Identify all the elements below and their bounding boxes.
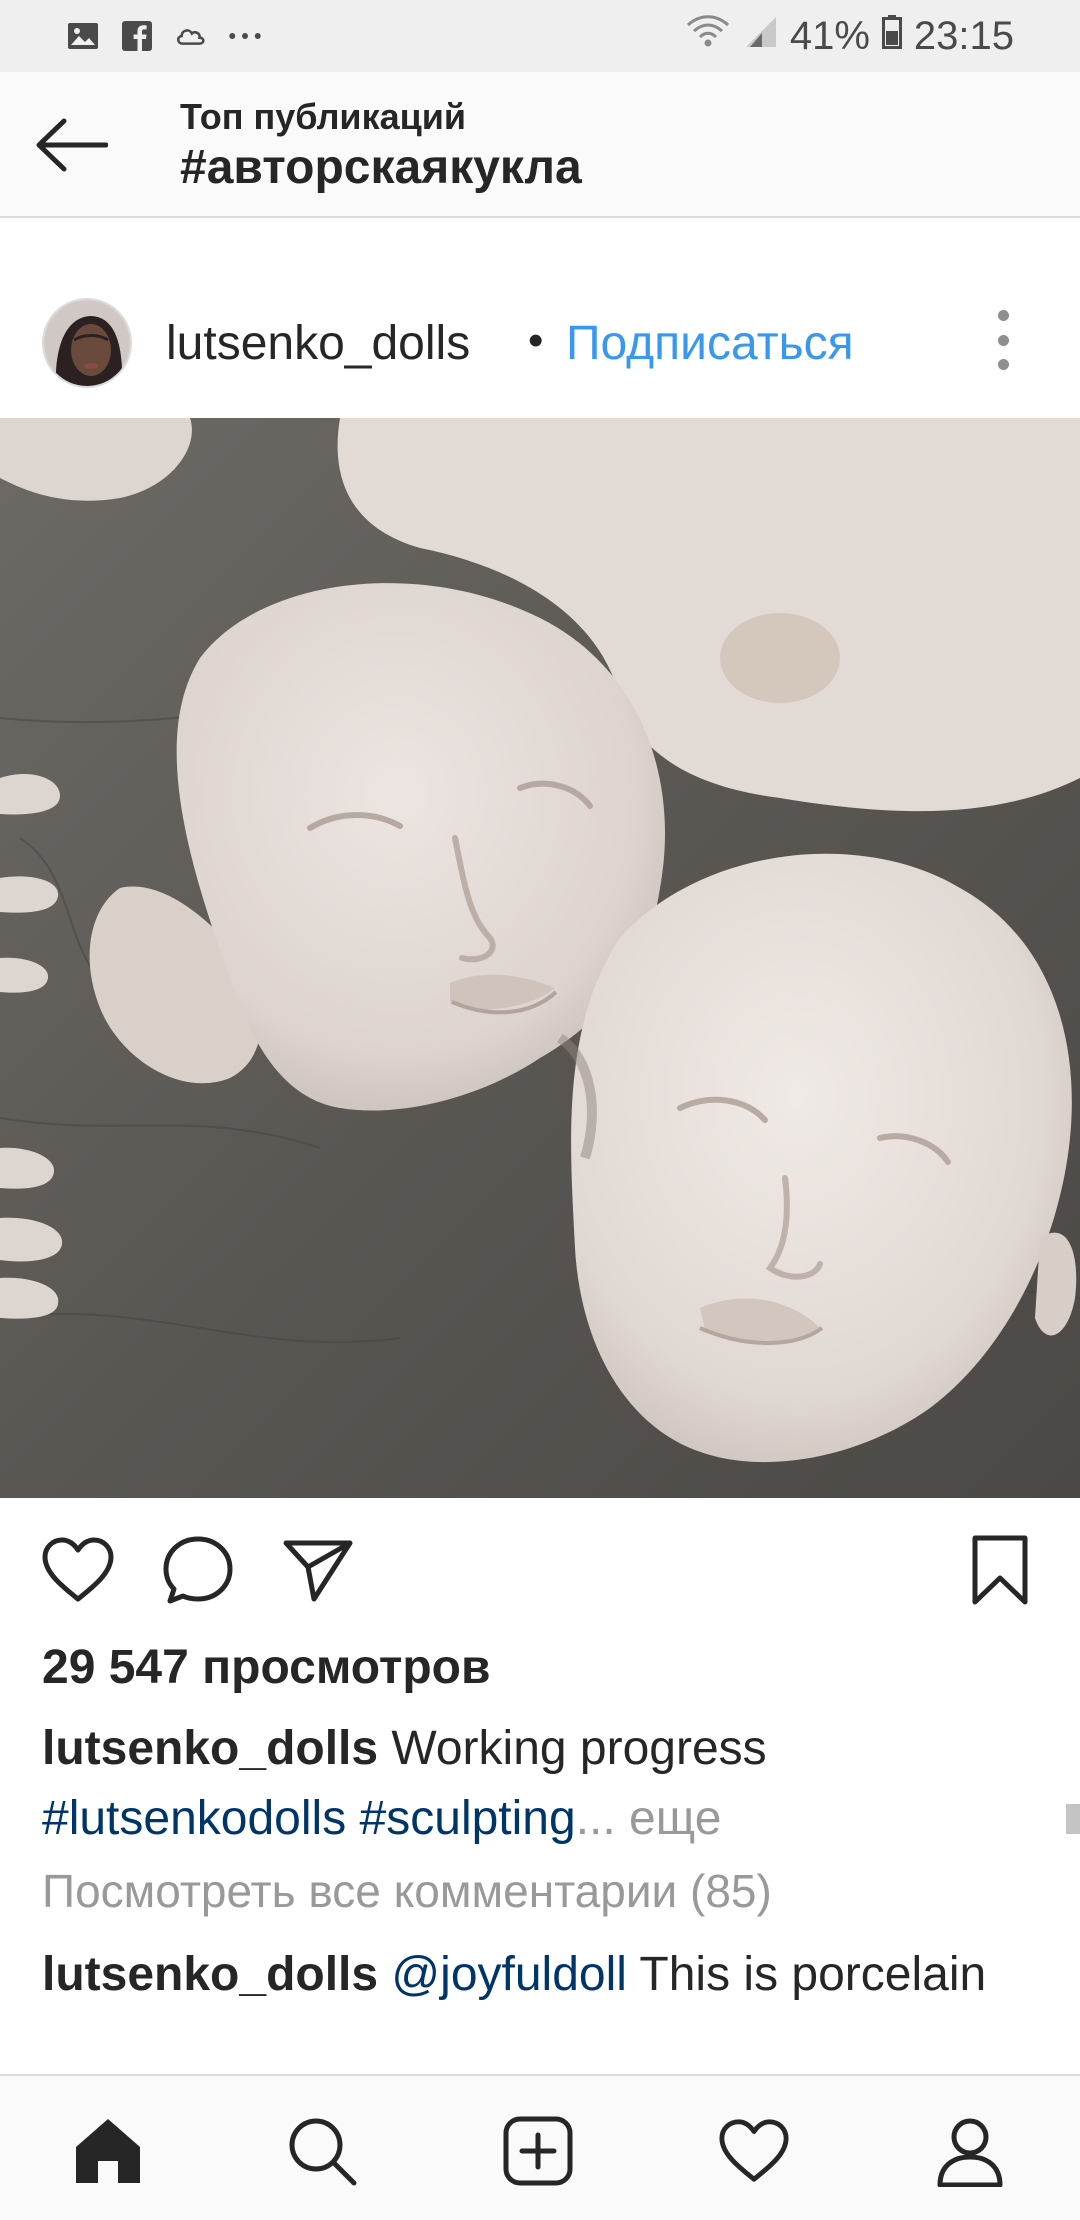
profile-icon xyxy=(937,2118,1003,2187)
comment-mention[interactable]: @joyfuldoll xyxy=(391,1948,627,2001)
status-bar: 41% 23:15 xyxy=(0,0,1080,72)
like-button[interactable] xyxy=(38,1530,118,1610)
cloud-sync-icon xyxy=(174,19,208,53)
clock: 23:15 xyxy=(913,13,1014,58)
signal-icon xyxy=(742,14,778,59)
send-icon xyxy=(283,1540,353,1602)
save-button[interactable] xyxy=(960,1530,1040,1610)
status-notifications xyxy=(66,14,262,58)
caption-ellipsis: ... xyxy=(575,1792,616,1845)
facebook-icon xyxy=(120,19,154,53)
nav-activity[interactable] xyxy=(704,2106,804,2196)
more-vertical-dot xyxy=(997,334,1009,346)
comment-username[interactable]: lutsenko_dolls xyxy=(42,1948,378,2001)
post-header: lutsenko_dolls • Подписаться xyxy=(0,280,1080,410)
comment-text: This is porcelain xyxy=(639,1948,987,2001)
heart-icon xyxy=(42,1537,114,1602)
share-button[interactable] xyxy=(278,1530,358,1610)
status-system: 41% 23:15 xyxy=(686,10,1014,62)
nav-search[interactable] xyxy=(272,2106,372,2196)
top-bar: Топ публикаций #авторскаякукла xyxy=(0,72,1080,218)
post-image[interactable] xyxy=(0,418,1080,1498)
battery-percent: 41% xyxy=(789,13,870,58)
view-all-comments-link[interactable]: Посмотреть все комментарии (85) xyxy=(42,1864,772,1918)
avatar[interactable] xyxy=(42,298,132,388)
battery-icon xyxy=(881,14,902,59)
image-icon xyxy=(66,19,100,53)
hashtag-sculpting[interactable]: #sculpting xyxy=(360,1792,576,1845)
wifi-icon xyxy=(686,14,730,59)
post-actions xyxy=(0,1520,1080,1610)
post-options-button[interactable] xyxy=(990,310,1016,370)
page-title: #авторскаякукла xyxy=(180,141,582,194)
bottom-navigation xyxy=(0,2074,1080,2220)
back-button[interactable] xyxy=(30,110,112,180)
header-subtitle: Топ публикаций xyxy=(180,96,466,137)
search-icon xyxy=(289,2118,357,2186)
nav-profile[interactable] xyxy=(920,2106,1020,2196)
views-count[interactable]: 29 547 просмотров xyxy=(42,1640,491,1695)
comment-preview: lutsenko_dolls @joyfuldoll This is porce… xyxy=(42,1940,1042,2010)
nav-new-post[interactable] xyxy=(488,2106,588,2196)
caption-more-link[interactable]: еще xyxy=(629,1792,721,1845)
follow-button[interactable]: Подписаться xyxy=(566,316,854,371)
nav-home[interactable] xyxy=(58,2106,158,2196)
activity-heart-icon xyxy=(719,2119,789,2182)
post-username[interactable]: lutsenko_dolls xyxy=(166,316,470,371)
more-dots-icon xyxy=(228,19,262,53)
comment-button[interactable] xyxy=(158,1530,238,1610)
home-icon xyxy=(76,2119,140,2183)
comment-icon xyxy=(163,1536,233,1604)
more-vertical-icon xyxy=(997,310,1009,321)
caption-text: Working progress xyxy=(391,1722,767,1775)
bookmark-icon xyxy=(972,1535,1028,1605)
post-caption: lutsenko_dolls Working progress #lutsenk… xyxy=(42,1714,1042,1854)
scrollbar-thumb[interactable] xyxy=(1066,1804,1080,1834)
more-vertical-dot xyxy=(997,359,1009,370)
back-arrow-icon xyxy=(36,118,108,172)
caption-username[interactable]: lutsenko_dolls xyxy=(42,1722,378,1775)
hashtag-lutsenkodolls[interactable]: #lutsenkodolls xyxy=(42,1792,346,1845)
add-post-icon xyxy=(503,2116,573,2186)
separator-dot: • xyxy=(528,316,544,365)
